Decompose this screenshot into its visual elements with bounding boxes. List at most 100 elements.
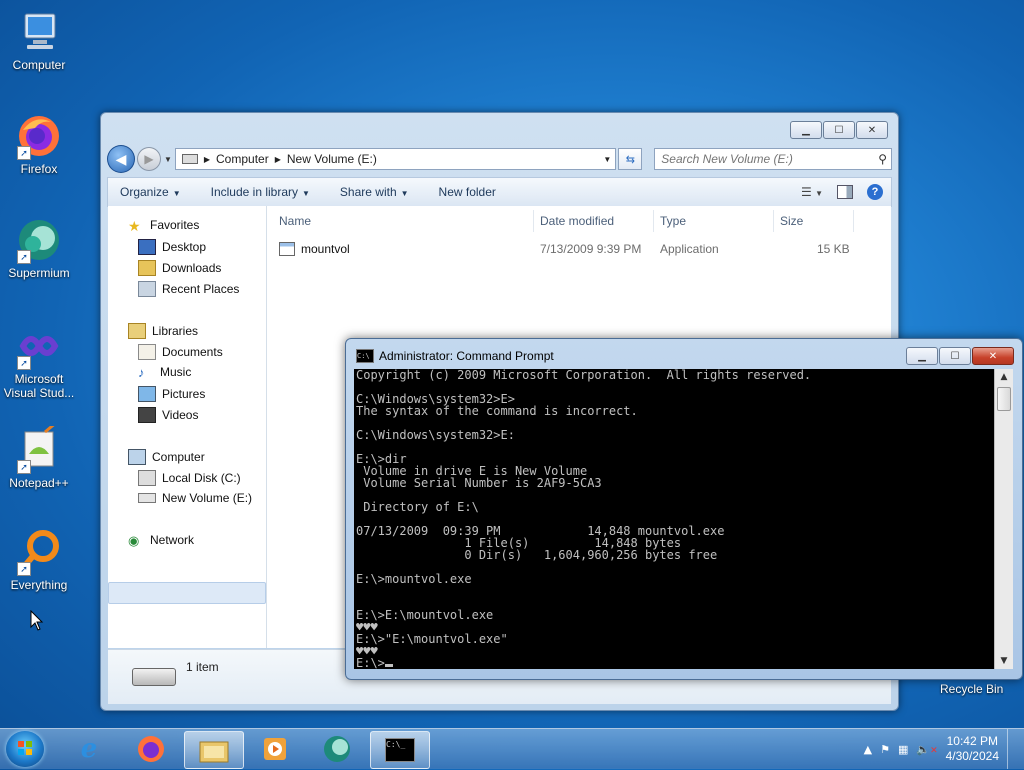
file-size-cell: 15 KB [817,242,850,256]
breadcrumb-separator-icon: ▶ [203,154,211,164]
windows-logo-icon [18,741,32,755]
cmd-icon: C:\ [356,349,374,363]
search-icon[interactable]: ⚲ [878,152,887,166]
nav-favorites[interactable]: ★ Favorites [128,218,199,234]
breadcrumb-new-volume[interactable]: New Volume (E:) [287,152,377,166]
clock-date: 4/30/2024 [945,749,999,763]
clock-time: 10:42 PM [946,734,998,748]
close-button[interactable]: ✕ [972,347,1014,365]
shortcut-arrow-icon: ➚ [17,146,31,160]
clock[interactable]: 10:42 PM 4/30/2024 [946,734,999,764]
preview-pane-icon[interactable] [837,185,853,199]
column-divider[interactable] [773,210,774,232]
scroll-thumb[interactable] [997,387,1011,411]
taskbar-command-prompt[interactable]: C:\_ [370,731,430,769]
console-output[interactable]: Copyright (c) 2009 Microsoft Corporation… [354,369,994,669]
view-options-icon[interactable]: ☰ ▼ [801,185,823,199]
nav-documents[interactable]: Documents [138,344,223,360]
minimize-button[interactable]: ▁ [906,347,938,365]
file-name-cell[interactable]: mountvol [279,242,350,256]
nav-pictures[interactable]: Pictures [138,386,205,402]
maximize-button[interactable]: ☐ [939,347,971,365]
search-box[interactable]: ⚲ [654,148,892,170]
everything-icon: ➚ [15,528,63,576]
column-header-date-modified[interactable]: Date modified [540,214,614,228]
scroll-down-icon[interactable]: ▼ [995,653,1013,669]
console-scrollbar[interactable]: ▲ ▼ [994,369,1013,669]
minimize-button[interactable]: ▁ [790,121,822,139]
column-divider[interactable] [853,210,854,232]
everything-desktop-icon[interactable]: ➚ Everything [2,528,76,592]
volume-muted-icon[interactable]: 🔈✕ [916,743,937,756]
nav-libraries[interactable]: Libraries [128,323,198,339]
column-header-name[interactable]: Name [279,214,311,228]
nav-desktop[interactable]: Desktop [138,239,206,255]
supermium-icon [324,736,350,762]
nav-local-disk-c[interactable]: Local Disk (C:) [138,470,241,486]
share-with-menu[interactable]: Share with ▼ [340,185,409,199]
application-icon [279,242,295,256]
file-type-cell: Application [660,242,719,256]
visual-studio-icon: ➚ [15,322,63,370]
recycle-bin-desktop-icon[interactable]: Recycle Bin [940,682,1003,696]
desktop-icon-label: Notepad++ [9,476,69,490]
maximize-button[interactable]: ☐ [823,121,855,139]
nav-downloads[interactable]: Downloads [138,260,221,276]
taskbar-explorer[interactable] [184,731,244,769]
address-bar[interactable]: ▶ Computer ▶ New Volume (E:) ▼ [174,148,617,170]
close-button[interactable]: ✕ [856,121,888,139]
new-folder-button[interactable]: New folder [439,185,496,199]
desktop-icon-label: Firefox [20,162,58,176]
recent-pages-dropdown[interactable]: ▼ [164,155,172,164]
forward-button[interactable]: ▶ [136,147,161,171]
action-center-flag-icon[interactable]: ⚑ [880,743,890,756]
videos-icon [138,407,156,423]
organize-menu[interactable]: Organize ▼ [120,185,181,199]
column-header-type[interactable]: Type [660,214,686,228]
refresh-icon: ⇆ [625,153,635,166]
command-bar: Organize ▼ Include in library ▼ Share with… [107,177,892,207]
taskbar-media-player[interactable] [246,731,304,767]
nav-network[interactable]: ◉ Network [128,533,194,548]
scroll-up-icon[interactable]: ▲ [995,369,1013,385]
chevron-down-icon: ▼ [400,189,409,198]
column-divider[interactable] [653,210,654,232]
console-text: Copyright (c) 2009 Microsoft Corporation… [356,369,812,658]
supermium-desktop-icon[interactable]: ➚ Supermium [2,216,76,280]
computer-desktop-icon[interactable]: Computer [2,8,76,72]
firefox-icon [138,736,164,762]
nav-recent-places[interactable]: Recent Places [138,281,239,297]
drive-icon [138,493,156,503]
downloads-folder-icon [138,260,156,276]
show-hidden-icons-icon[interactable]: ▲ [864,743,872,756]
help-icon[interactable]: ? [867,184,883,200]
taskbar-internet-explorer[interactable]: e [60,731,118,767]
breadcrumb-computer[interactable]: Computer [216,152,269,166]
nav-videos[interactable]: Videos [138,407,198,423]
include-in-library-menu[interactable]: Include in library ▼ [211,185,310,199]
address-dropdown-icon[interactable]: ▼ [603,155,611,164]
notepadpp-desktop-icon[interactable]: ➚ Notepad++ [2,420,76,490]
desktop-icon-label: Everything [10,578,68,592]
column-divider[interactable] [533,210,534,232]
item-count: 1 item [186,660,219,674]
nav-new-volume-e[interactable]: New Volume (E:) [138,491,252,505]
nav-computer[interactable]: Computer [128,449,205,465]
internet-explorer-icon: e [80,734,98,764]
firefox-desktop-icon[interactable]: ➚ Firefox [2,112,76,176]
cmd-title-bar[interactable]: C:\ Administrator: Command Prompt [356,349,554,363]
shortcut-arrow-icon: ➚ [17,562,31,576]
back-button[interactable]: ◀ [107,145,135,173]
refresh-button[interactable]: ⇆ [618,148,643,170]
taskbar-supermium[interactable] [308,731,366,767]
column-header-size[interactable]: Size [780,214,803,228]
show-desktop-button[interactable] [1007,729,1018,769]
network-status-icon[interactable]: ▦ [898,743,908,756]
nav-music[interactable]: ♪ Music [138,365,191,380]
start-button[interactable] [6,731,44,767]
search-input[interactable] [659,151,864,167]
navigation-pane: ★ Favorites Desktop Downloads Recent Plac… [108,206,267,648]
nav-selection-highlight [108,582,266,604]
taskbar-firefox[interactable] [122,731,180,767]
visual-studio-desktop-icon[interactable]: ➚ Microsoft Visual Stud... [2,322,76,400]
